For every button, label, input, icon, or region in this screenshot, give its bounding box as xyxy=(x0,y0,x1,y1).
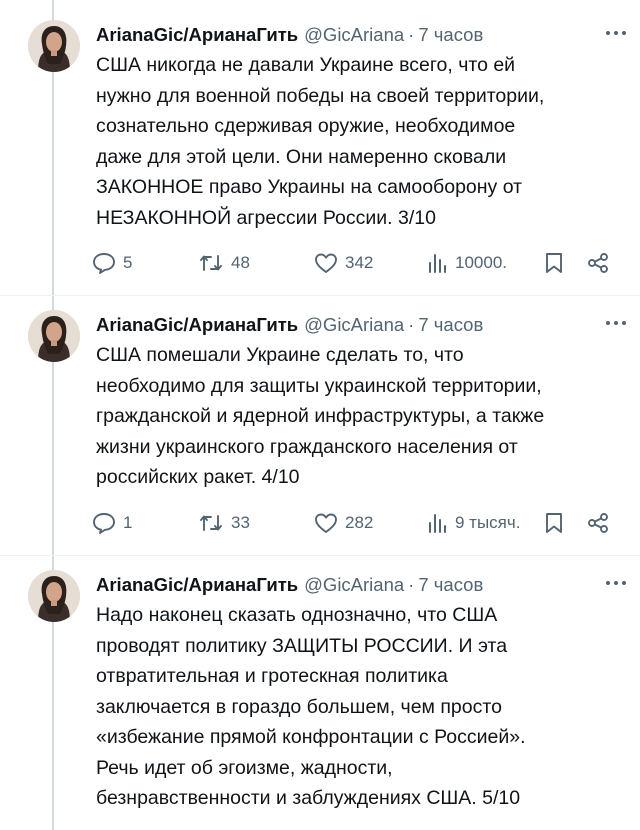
more-options-button[interactable] xyxy=(602,22,630,44)
tweet-4[interactable]: ArianaGic/АрианаГить @GicAriana · 7 часо… xyxy=(0,310,640,550)
more-options-button[interactable] xyxy=(602,312,630,334)
reply-button[interactable]: 5 xyxy=(92,252,198,274)
bookmark-icon xyxy=(546,253,562,273)
tweet-text-line: Речь идет об эгоизме, жадности, xyxy=(96,756,393,779)
like-button[interactable]: 282 xyxy=(314,512,426,534)
author-name[interactable]: ArianaGic/АрианаГить xyxy=(96,24,298,46)
more-dots-icon xyxy=(606,581,626,585)
tweet-text-line: гражданской и ядерной инфраструктуры, а … xyxy=(96,405,545,427)
retweet-count: 48 xyxy=(231,253,250,272)
bookmark-icon xyxy=(546,513,562,533)
timestamp[interactable]: 7 часов xyxy=(418,314,483,336)
separator-dot: · xyxy=(408,24,415,45)
retweet-button[interactable]: 48 xyxy=(198,252,314,274)
more-dots-icon xyxy=(606,31,626,35)
more-dots-icon xyxy=(606,321,626,325)
bookmark-button[interactable] xyxy=(544,512,564,534)
share-icon xyxy=(588,513,608,533)
author-handle[interactable]: @GicAriana xyxy=(304,24,404,46)
timestamp[interactable]: 7 часов xyxy=(418,24,483,46)
separator-dot: · xyxy=(408,314,415,335)
tweet-3[interactable]: ArianaGic/АрианаГить @GicAriana · 7 часо… xyxy=(0,20,640,290)
tweet-text-line: жизни украинского гражданского населения… xyxy=(96,435,518,458)
action-bar: 5 48 342 10000. xyxy=(92,248,628,278)
share-icon xyxy=(588,253,608,273)
tweet-text-line: США никогда не давали Украине всего, что… xyxy=(96,54,516,76)
avatar[interactable] xyxy=(28,20,80,72)
tweet-text-line: даже для этой цели. Они намеренно сковал… xyxy=(96,145,507,168)
views-button[interactable]: 10000. xyxy=(426,252,544,274)
view-count: 9 тысяч. xyxy=(455,513,521,532)
tweet-5[interactable]: ArianaGic/АрианаГить @GicAriana · 7 часо… xyxy=(0,570,640,830)
separator-dot: · xyxy=(408,574,415,595)
views-chart-icon xyxy=(429,254,446,273)
tweet-text-line: заключается в гораздо большем, чем прост… xyxy=(96,695,502,718)
author-name[interactable]: ArianaGic/АрианаГить xyxy=(96,314,298,336)
retweet-button[interactable]: 33 xyxy=(198,512,314,534)
tweet-divider xyxy=(0,555,640,556)
action-bar: 1 33 282 9 тысяч. xyxy=(92,508,628,538)
like-count: 342 xyxy=(345,253,374,272)
tweet-text-line: США помешали Украине сделать то, что xyxy=(96,344,464,366)
bookmark-button[interactable] xyxy=(544,252,564,274)
tweet-text: Надо наконец сказать однозначно, что США… xyxy=(96,600,626,814)
author-handle[interactable]: @GicAriana xyxy=(304,574,404,596)
tweet-text: США никогда не давали Украине всего, что… xyxy=(96,50,626,233)
tweet-text-line: безнравственности и заблуждениях США. 5/… xyxy=(96,787,521,809)
like-button[interactable]: 342 xyxy=(314,252,426,274)
tweet-text: США помешали Украине сделать то, что нео… xyxy=(96,340,626,493)
avatar[interactable] xyxy=(28,570,80,622)
author-name[interactable]: ArianaGic/АрианаГить xyxy=(96,574,298,596)
tweet-text-line: сознательно сдерживая оружие, необходимо… xyxy=(96,115,516,137)
like-count: 282 xyxy=(345,513,374,532)
avatar[interactable] xyxy=(28,310,80,362)
reply-count: 5 xyxy=(123,253,133,272)
tweet-text-line: НЕЗАКОННОЙ агрессии России. 3/10 xyxy=(96,206,436,229)
more-options-button[interactable] xyxy=(602,572,630,594)
retweet-icon xyxy=(200,515,222,531)
heart-icon xyxy=(315,513,337,533)
views-chart-icon xyxy=(429,514,446,533)
view-count: 10000. xyxy=(455,253,507,272)
tweet-text-line: отвратительная и гротескная политика xyxy=(96,665,448,687)
reply-bubble-icon xyxy=(93,513,115,534)
tweet-text-line: необходимо для защиты украинской террито… xyxy=(96,374,542,397)
reply-button[interactable]: 1 xyxy=(92,512,198,534)
tweet-text-line: ЗАКОННОЕ право Украины на самооборону от xyxy=(96,176,523,198)
share-button[interactable] xyxy=(586,512,610,534)
retweet-icon xyxy=(200,255,222,271)
views-button[interactable]: 9 тысяч. xyxy=(426,512,544,534)
timestamp[interactable]: 7 часов xyxy=(418,574,483,596)
reply-bubble-icon xyxy=(93,253,115,274)
tweet-text-line: Надо наконец сказать однозначно, что США xyxy=(96,604,498,626)
tweet-text-line: «избежание прямой конфронтации с Россией… xyxy=(96,726,526,748)
share-button[interactable] xyxy=(586,252,610,274)
tweet-text-line: российских ракет. 4/10 xyxy=(96,466,300,488)
heart-icon xyxy=(315,253,337,273)
reply-count: 1 xyxy=(123,513,133,532)
author-handle[interactable]: @GicAriana xyxy=(304,314,404,336)
tweet-divider xyxy=(0,295,640,296)
tweet-text-line: проводят политику ЗАЩИТЫ РОССИИ. И эта xyxy=(96,634,508,657)
tweet-text-line: нужно для военной победы на своей террит… xyxy=(96,84,545,107)
retweet-count: 33 xyxy=(231,513,250,532)
